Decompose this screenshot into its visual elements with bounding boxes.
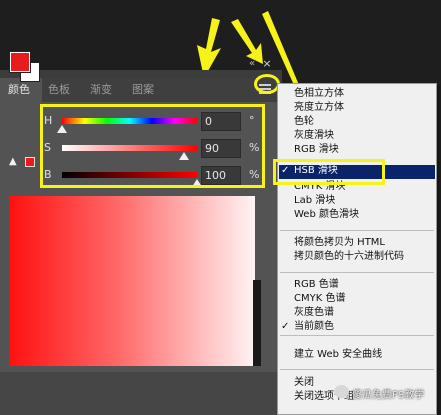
menu-item[interactable]: 当前颜色 (294, 320, 334, 333)
menu-item[interactable]: 拷贝颜色的十六进制代码 (294, 250, 404, 263)
panel-bottom-area (0, 372, 282, 415)
tab-gradients[interactable]: 渐变 (90, 78, 126, 102)
menu-separator (280, 335, 434, 336)
menu-item[interactable]: RGB 滑块 (294, 143, 339, 156)
menu-item[interactable]: 色轮 (294, 115, 314, 128)
ramp-dark-strip (253, 280, 261, 366)
sliders-highlight-box (40, 104, 265, 188)
menu-item[interactable]: Web 颜色滑块 (294, 208, 359, 221)
watermark-logo (334, 385, 349, 398)
menu-separator (280, 272, 434, 273)
arrow-1 (197, 18, 221, 78)
menu-item[interactable]: RGB 色谱 (294, 278, 339, 291)
menu-item[interactable]: 建立 Web 安全曲线 (294, 348, 382, 361)
panel-top-bar (0, 70, 282, 78)
color-ramp-field[interactable] (9, 196, 255, 366)
gamut-color-swatch[interactable] (25, 157, 35, 167)
tab-patterns[interactable]: 图案 (132, 78, 168, 102)
tab-swatches[interactable]: 色板 (48, 78, 84, 102)
hsb-item-highlight-box (273, 159, 385, 185)
menu-item[interactable]: 灰度滑块 (294, 129, 334, 142)
menu-item[interactable]: 将颜色拷贝为 HTML (294, 236, 385, 249)
menu-check-icon: ✓ (281, 321, 290, 332)
menu-item[interactable]: 关闭 (294, 376, 314, 389)
watermark-text: 傻瓜免费PS教学 (352, 390, 425, 401)
panel-tabs: 颜色 色板 渐变 图案 (0, 78, 282, 102)
panel-flyout-menu: 色相立方体 亮度立方体 色轮 灰度滑块 RGB 滑块 ✓ HSB 滑块 CMYK 滑块 Lab … (277, 83, 437, 415)
menu-separator (280, 230, 434, 231)
menu-item[interactable]: 亮度立方体 (294, 101, 344, 114)
warning-triangle-icon[interactable]: ▲ (9, 156, 21, 167)
menu-item[interactable]: 灰度色谱 (294, 306, 334, 319)
collapse-icon[interactable]: « (244, 58, 260, 70)
menu-item[interactable]: 色相立方体 (294, 87, 344, 100)
menu-item[interactable]: Lab 滑块 (294, 194, 335, 207)
menu-item[interactable]: CMYK 色谱 (294, 292, 345, 305)
menu-separator (280, 369, 434, 370)
close-icon[interactable]: × (260, 58, 274, 70)
foreground-color-swatch[interactable] (9, 51, 31, 73)
screenshot-stage: 颜色 色板 渐变 图案 « × ▲ H 0 ° S 90 % B 100 % 色… (0, 0, 441, 415)
